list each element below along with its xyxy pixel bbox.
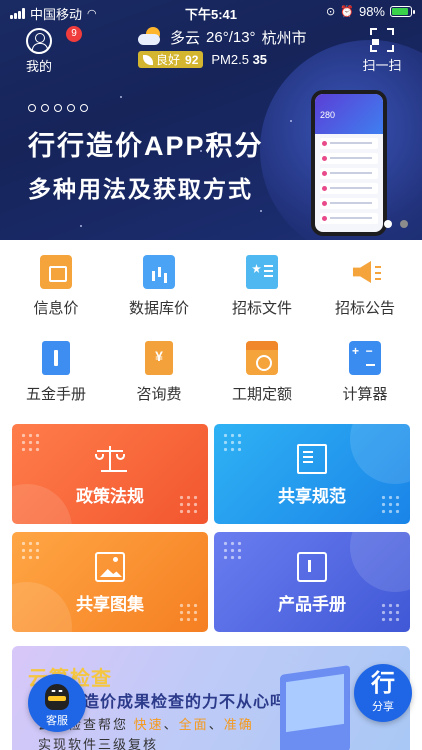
- promo-highlight: 全面: [178, 717, 209, 732]
- hardware-manual-icon: [42, 341, 70, 375]
- info-price-icon: [40, 255, 72, 289]
- grid-item-label: 数据库价: [128, 300, 189, 317]
- grid-item-label: 计算器: [342, 386, 388, 403]
- weather-city: 杭州市: [261, 29, 307, 47]
- status-bar: 中国移动 ◠ 下午5:41 ⊙ ⏰ 98%: [0, 0, 422, 24]
- document-icon: [297, 444, 327, 474]
- pm-label: PM2.5: [211, 52, 249, 67]
- promo-highlight: 快速: [133, 717, 164, 732]
- carousel-pager[interactable]: [384, 220, 408, 228]
- grid-item-hardware-manual[interactable]: 五金手册: [6, 341, 106, 404]
- card-label: 共享图集: [76, 595, 144, 614]
- grid-item-label: 招标文件: [231, 300, 292, 317]
- header: 我的 9 多云 26°/13° 杭州市 良好 92 PM2.5 35 扫一扫: [0, 24, 422, 74]
- orientation-lock-icon: ⊙: [326, 6, 336, 18]
- top-hero: 中国移动 ◠ 下午5:41 ⊙ ⏰ 98% 我的 9 多云 26°/13° 杭州…: [0, 0, 422, 240]
- qq-penguin-icon: [45, 684, 69, 710]
- scale-icon: [95, 444, 125, 474]
- grid-item-label: 招标公告: [334, 300, 395, 317]
- aqi-label: 良好: [156, 53, 181, 67]
- aqi-badge: 良好 92: [138, 51, 204, 68]
- promo-illustration: [280, 665, 350, 750]
- pager-dot-active[interactable]: [384, 220, 392, 228]
- weather-condition: 多云: [170, 29, 201, 47]
- banner-title: 行行造价APP积分: [28, 131, 264, 161]
- share-logo-char: 行: [371, 670, 395, 697]
- promo-highlight: 准确: [223, 717, 254, 732]
- pager-dot[interactable]: [400, 220, 408, 228]
- share-button[interactable]: 行 分享: [354, 664, 412, 722]
- scan-label: 扫一扫: [362, 58, 402, 73]
- card-policy-regulations[interactable]: 政策法规: [12, 424, 208, 524]
- announcement-icon: [349, 255, 381, 289]
- tender-file-icon: [246, 255, 278, 289]
- calendar-icon: [246, 341, 278, 375]
- scan-button[interactable]: 扫一扫: [362, 28, 402, 74]
- notification-badge: 9: [66, 26, 82, 42]
- weather-widget[interactable]: 多云 26°/13° 杭州市 良好 92 PM2.5 35: [138, 26, 318, 68]
- grid-item-label: 咨询费: [136, 386, 182, 403]
- card-label: 共享规范: [278, 487, 346, 506]
- mine-button[interactable]: 我的 9: [22, 26, 82, 75]
- card-shared-norms[interactable]: 共享规范: [214, 424, 410, 524]
- grid-item-calculator[interactable]: 计算器: [315, 341, 415, 404]
- alarm-icon: ⏰: [340, 6, 354, 18]
- battery-percent: 98%: [358, 4, 385, 19]
- pm-readout: PM2.5 35: [211, 52, 267, 67]
- pm-value: 35: [252, 52, 268, 67]
- grid-item-database-price[interactable]: 数据库价: [109, 255, 209, 318]
- scan-icon: [370, 28, 394, 52]
- decorative-dots: [28, 104, 88, 112]
- card-label: 政策法规: [76, 487, 144, 506]
- card-label: 产品手册: [278, 595, 346, 614]
- weather-temperature: 26°/13°: [206, 28, 256, 46]
- battery-icon: [390, 6, 415, 17]
- leaf-icon: [143, 54, 153, 65]
- share-label: 分享: [372, 701, 394, 713]
- partly-cloudy-icon: [138, 27, 164, 47]
- function-grid: 信息价 数据库价 招标文件 招标公告 五金手册 咨询费 工期定额 计算器: [0, 255, 422, 415]
- user-icon: [26, 28, 52, 54]
- grid-item-consulting-fee[interactable]: 咨询费: [109, 341, 209, 404]
- grid-item-tender-file[interactable]: 招标文件: [212, 255, 312, 318]
- banner-subtitle: 多种用法及获取方式: [28, 176, 253, 202]
- image-icon: [95, 552, 125, 582]
- grid-item-label: 五金手册: [25, 386, 86, 403]
- consulting-fee-icon: [145, 341, 173, 375]
- promo-line-2: 实现软件三级复核: [38, 737, 159, 750]
- promo-question: 过造价成果检查的力不从心吗?: [66, 694, 298, 711]
- customer-service-label: 客服: [46, 715, 68, 727]
- grid-item-duration-quota[interactable]: 工期定额: [212, 341, 312, 404]
- manual-icon: [297, 552, 327, 582]
- grid-item-info-price[interactable]: 信息价: [6, 255, 106, 318]
- mine-label: 我的: [25, 59, 52, 74]
- card-shared-atlas[interactable]: 共享图集: [12, 532, 208, 632]
- customer-service-button[interactable]: 客服: [28, 674, 86, 732]
- banner-carousel[interactable]: 行行造价APP积分 多种用法及获取方式 280: [0, 84, 422, 240]
- card-product-manual[interactable]: 产品手册: [214, 532, 410, 632]
- aqi-value: 92: [185, 52, 199, 67]
- grid-item-label: 信息价: [33, 300, 79, 317]
- grid-item-announcement[interactable]: 招标公告: [315, 255, 415, 318]
- phone-mockup: 280: [311, 90, 387, 236]
- calculator-icon: [349, 341, 381, 375]
- grid-item-label: 工期定额: [231, 386, 292, 403]
- phone-score: 280: [315, 94, 383, 134]
- database-price-icon: [143, 255, 175, 289]
